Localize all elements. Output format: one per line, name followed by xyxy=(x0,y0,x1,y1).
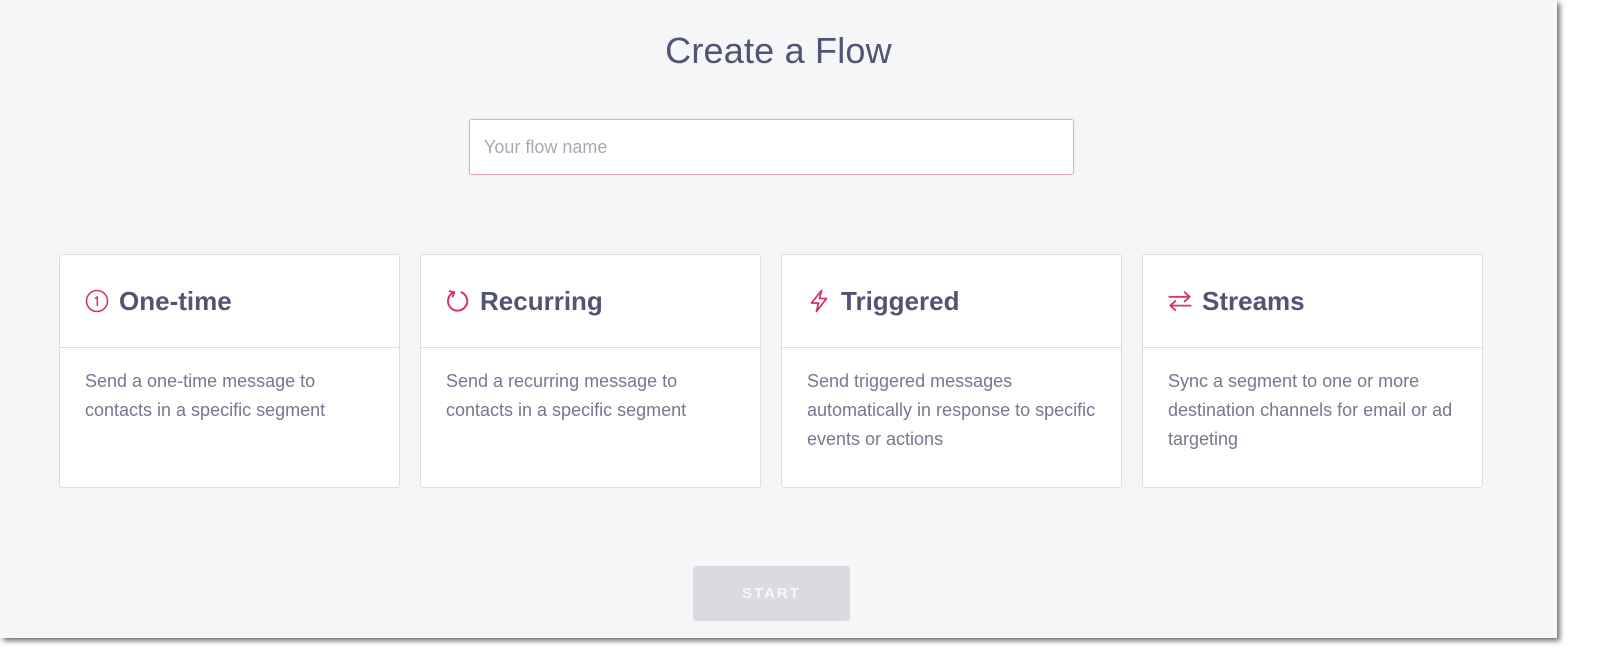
card-description: Send triggered messages automatically in… xyxy=(807,371,1096,449)
flow-type-card-streams[interactable]: Streams Sync a segment to one or more de… xyxy=(1142,254,1483,488)
recurring-icon xyxy=(446,289,470,313)
card-header: Streams xyxy=(1143,255,1482,348)
card-header: Recurring xyxy=(421,255,760,348)
page-title: Create a Flow xyxy=(665,30,892,71)
exchange-arrows-icon xyxy=(1168,289,1192,313)
card-description: Send a one-time message to contacts in a… xyxy=(85,371,326,420)
create-flow-window: Create a Flow One-time Send a one-time m… xyxy=(0,0,1557,638)
flow-type-card-one-time[interactable]: One-time Send a one-time message to cont… xyxy=(59,254,400,488)
card-title: Recurring xyxy=(480,285,603,316)
one-time-icon xyxy=(85,289,109,313)
card-header: Triggered xyxy=(782,255,1121,348)
card-header: One-time xyxy=(60,255,399,348)
flow-type-card-recurring[interactable]: Recurring Send a recurring message to co… xyxy=(420,254,761,488)
card-title: Streams xyxy=(1202,285,1305,316)
lightning-bolt-icon xyxy=(807,289,831,313)
card-description: Sync a segment to one or more destinatio… xyxy=(1168,371,1453,449)
card-description: Send a recurring message to contacts in … xyxy=(446,371,687,420)
card-title: Triggered xyxy=(841,285,960,316)
flow-name-input[interactable] xyxy=(469,119,1074,175)
card-title: One-time xyxy=(119,285,232,316)
flow-type-card-triggered[interactable]: Triggered Send triggered messages automa… xyxy=(781,254,1122,488)
start-button[interactable]: START xyxy=(693,566,850,621)
